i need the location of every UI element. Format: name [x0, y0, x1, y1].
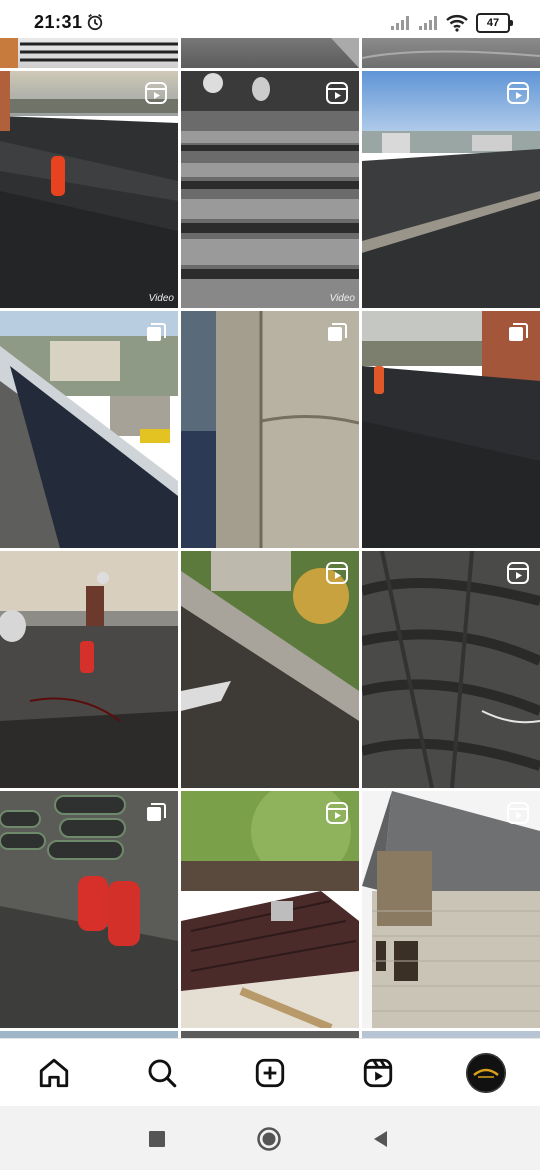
carousel-icon: [147, 323, 166, 341]
signal-icon: [419, 16, 437, 30]
grid-tile[interactable]: [362, 791, 540, 1028]
grid-tile[interactable]: Video: [0, 71, 178, 308]
carousel-icon: [509, 323, 528, 341]
carousel-icon: [328, 323, 347, 341]
create-tab[interactable]: [250, 1053, 290, 1093]
status-icons: 47: [390, 12, 513, 34]
status-time: 21:31: [34, 12, 83, 32]
grid-tile[interactable]: [362, 311, 540, 548]
grid-tile[interactable]: [0, 38, 178, 68]
create-icon: [255, 1058, 285, 1088]
grid-tile[interactable]: [0, 791, 178, 1028]
grid-tile[interactable]: [0, 311, 178, 548]
alarm-icon: [87, 14, 103, 31]
back-button[interactable]: [368, 1126, 394, 1152]
grid-tile[interactable]: [181, 311, 359, 548]
grid-tile[interactable]: [0, 1031, 178, 1038]
reels-tab[interactable]: [358, 1053, 398, 1093]
grid-tile[interactable]: [181, 551, 359, 788]
system-navigation-bar: [0, 1106, 540, 1170]
search-icon: [148, 1059, 177, 1088]
bottom-navigation: [0, 1038, 540, 1107]
grid-tile[interactable]: Video: [181, 71, 359, 308]
search-tab[interactable]: [142, 1053, 182, 1093]
home-tab[interactable]: [34, 1053, 74, 1093]
profile-avatar: [466, 1053, 506, 1093]
grid-tile[interactable]: [362, 1031, 540, 1038]
reels-icon: [507, 82, 529, 104]
home-icon: [39, 1058, 69, 1088]
photo-thumbnail: [362, 71, 540, 308]
photo-thumbnail: [181, 791, 359, 1028]
reels-icon: [507, 802, 529, 824]
grid-tile[interactable]: [0, 551, 178, 788]
reels-icon: [326, 562, 348, 584]
profile-post-grid: Video Video: [0, 38, 540, 1038]
recents-button[interactable]: [144, 1126, 170, 1152]
photo-thumbnail: [362, 551, 540, 788]
wifi-icon: [446, 15, 468, 32]
battery-icon: 47: [476, 13, 513, 33]
recents-icon: [149, 1131, 165, 1147]
photo-thumbnail: [0, 551, 178, 788]
photo-thumbnail: [181, 71, 359, 308]
signal-icon: [391, 16, 409, 30]
photo-thumbnail: [331, 38, 359, 68]
grid-tile[interactable]: [362, 38, 540, 68]
profile-tab[interactable]: [466, 1053, 506, 1093]
video-label: Video: [329, 293, 355, 304]
reels-icon: [326, 82, 348, 104]
photo-thumbnail: [362, 50, 540, 59]
photo-thumbnail: [181, 551, 359, 788]
photo-thumbnail: [362, 791, 540, 1028]
reels-icon: [145, 82, 167, 104]
photo-thumbnail: [0, 71, 178, 308]
grid-tile[interactable]: [181, 1031, 359, 1038]
grid-tile[interactable]: [362, 551, 540, 788]
grid-tile[interactable]: [181, 38, 359, 68]
reels-icon: [363, 1058, 393, 1088]
avatar-logo-icon: [466, 1053, 506, 1093]
reels-icon: [326, 802, 348, 824]
carousel-icon: [147, 803, 166, 821]
reels-icon: [507, 562, 529, 584]
grid-tile[interactable]: [181, 791, 359, 1028]
video-label: Video: [148, 293, 174, 304]
home-button[interactable]: [256, 1126, 282, 1152]
photo-thumbnail: [0, 311, 178, 548]
home-circle-icon: [257, 1127, 281, 1151]
grid-tile[interactable]: [362, 71, 540, 308]
photo-thumbnail: [0, 791, 178, 1028]
photo-thumbnail: [0, 38, 178, 68]
photo-thumbnail: [181, 311, 359, 548]
photo-thumbnail: [362, 311, 540, 548]
back-triangle-icon: [374, 1131, 387, 1147]
